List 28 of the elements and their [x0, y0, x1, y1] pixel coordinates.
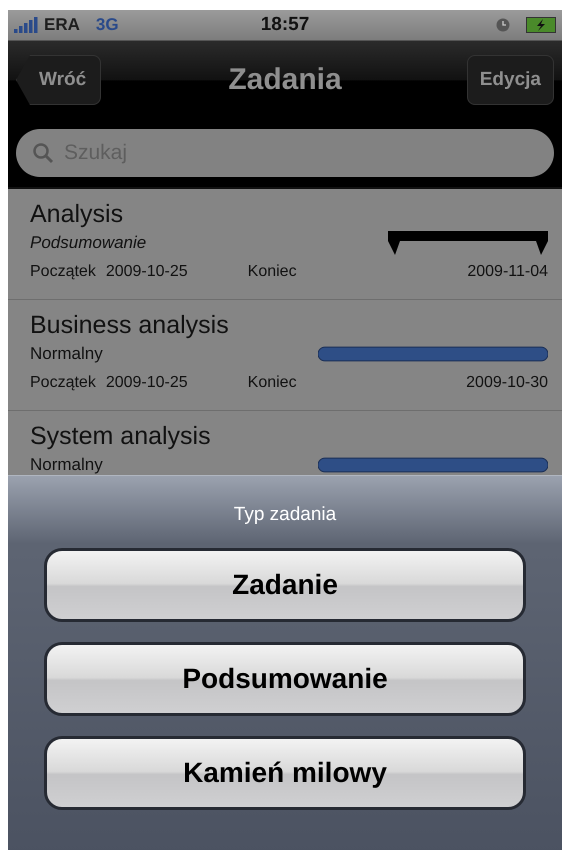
task-type: Normalny — [30, 455, 104, 475]
start-label: Początek — [30, 374, 96, 392]
network-type: 3G — [96, 15, 119, 35]
battery-icon — [526, 17, 556, 33]
sheet-option-button[interactable]: Zadanie — [44, 548, 526, 622]
back-button[interactable]: Wróć — [16, 55, 102, 105]
end-date: 2009-10-30 — [466, 374, 548, 392]
carrier-name: ERA — [44, 15, 80, 35]
end-label: Koniec — [248, 263, 297, 281]
start-date: 2009-10-25 — [106, 374, 188, 392]
task-name: Analysis — [30, 200, 124, 229]
task-name: Business analysis — [30, 311, 230, 340]
edit-button[interactable]: Edycja — [466, 55, 554, 105]
task-type: Normalny — [30, 344, 104, 364]
start-label: Początek — [30, 263, 96, 281]
task-type: Podsumowanie — [30, 233, 148, 253]
sheet-option-button[interactable]: Podsumowanie — [44, 642, 526, 716]
task-name: System analysis — [30, 422, 212, 451]
nav-title: Zadania — [228, 63, 342, 97]
task-row[interactable]: Analysis Podsumowanie Początek 2009-10-25 Koniec 2009-11-04 — [8, 189, 562, 300]
task-row[interactable]: Business analysis Normalny Początek 2009-10-25 Koniec 2009-10-30 — [8, 300, 562, 411]
end-label: Koniec — [248, 374, 297, 392]
signal-icon — [14, 17, 40, 33]
status-time: 18:57 — [260, 14, 310, 36]
clock-icon — [496, 18, 510, 32]
start-date: 2009-10-25 — [106, 263, 188, 281]
end-date: 2009-11-04 — [467, 263, 548, 281]
sheet-option-button[interactable]: Kamień milowy — [44, 736, 526, 810]
